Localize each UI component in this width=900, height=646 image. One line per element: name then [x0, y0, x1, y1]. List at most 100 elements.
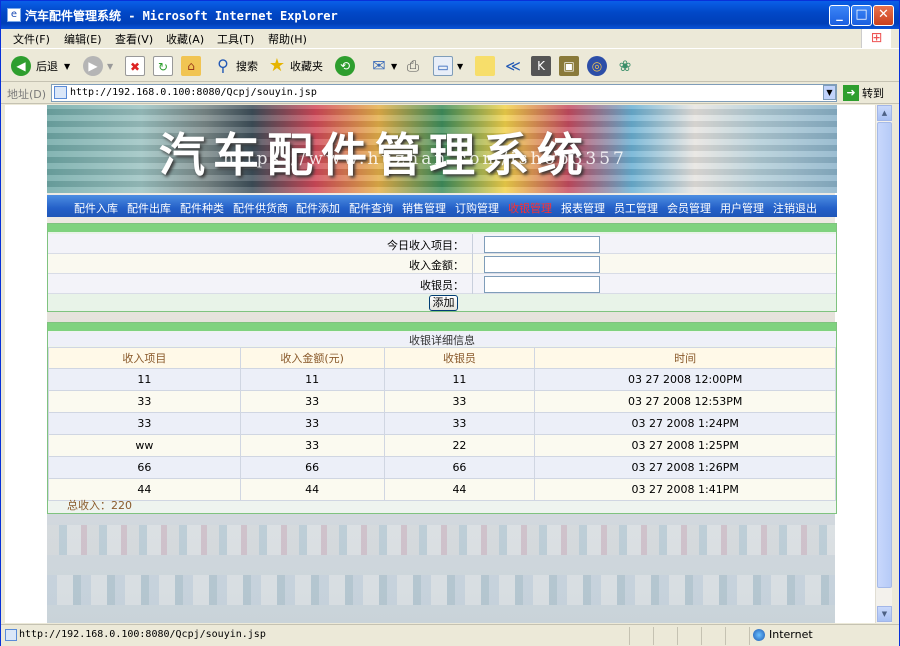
messenger-icon: ≪: [505, 57, 521, 75]
item-label: 今日收入项目：: [387, 239, 464, 252]
home-button[interactable]: ⌂: [181, 54, 201, 78]
table-row: 33 33 33 03 27 2008 1:24PM: [48, 412, 836, 435]
scroll-up-icon[interactable]: ▲: [877, 105, 892, 121]
go-button[interactable]: ➜ 转到: [843, 85, 884, 101]
table-cell: 44: [239, 478, 385, 501]
menu-tools[interactable]: 工具(T): [217, 31, 254, 47]
discuss-button[interactable]: ■: [475, 54, 495, 78]
scroll-down-icon[interactable]: ▼: [877, 606, 892, 622]
edit-button[interactable]: ▭ ▼: [433, 54, 463, 78]
add-button[interactable]: 添加: [429, 295, 458, 311]
cashier-label: 收银员：: [420, 279, 464, 292]
k-icon: K: [531, 56, 551, 76]
table-header-row: 收入项目 收入金额(元) 收银员 时间: [48, 347, 836, 369]
nav-item-11[interactable]: 员工管理: [614, 200, 658, 216]
chevron-down-icon: ▼: [391, 61, 398, 71]
nav-item-8[interactable]: 订购管理: [455, 200, 499, 216]
table-cell: 11: [239, 368, 385, 391]
tool-butterfly-button[interactable]: ❀: [615, 54, 635, 78]
mail-button[interactable]: ✉ ▼: [369, 54, 397, 78]
table-cell: 66: [239, 456, 385, 479]
star-icon: ★: [268, 55, 286, 76]
tool-k-button[interactable]: K: [531, 54, 551, 78]
nav-item-1[interactable]: 配件入库: [74, 200, 118, 216]
nav-item-7[interactable]: 销售管理: [402, 200, 446, 216]
table-cell: 03 27 2008 1:41PM: [534, 478, 836, 501]
table-cell: ww: [48, 434, 241, 457]
table-cell: 33: [48, 390, 241, 413]
table-cell: 11: [383, 368, 536, 391]
refresh-button[interactable]: ↻: [153, 54, 173, 78]
forward-button[interactable]: ▶ ▼: [83, 54, 113, 78]
nav-item-14[interactable]: 注销退出: [773, 200, 817, 216]
amount-label: 收入金额：: [409, 259, 464, 272]
note-icon: ■: [475, 56, 495, 76]
vertical-scrollbar[interactable]: ▲ ▼: [875, 105, 892, 623]
go-arrow-icon: ➜: [843, 85, 859, 101]
back-button[interactable]: ◀ 后退 ▼: [11, 54, 70, 78]
nav-item-9[interactable]: 收银管理: [508, 200, 552, 216]
table-cell: 66: [48, 456, 241, 479]
column-header: 时间: [534, 347, 836, 369]
table-row: 44 44 44 03 27 2008 1:41PM: [48, 478, 836, 501]
table-cell: 33: [239, 390, 385, 413]
table-row: ww 33 22 03 27 2008 1:25PM: [48, 434, 836, 457]
table-cell: 03 27 2008 1:24PM: [534, 412, 836, 435]
nav-item-5[interactable]: 配件添加: [296, 200, 340, 216]
address-input[interactable]: http://192.168.0.100:8080/Qcpj/souyin.js…: [51, 84, 837, 102]
menu-edit[interactable]: 编辑(E): [64, 31, 102, 47]
cashier-records-panel: 收银详细信息 收入项目 收入金额(元) 收银员 时间 11 11 11 03 27 2008…: [47, 322, 837, 514]
address-dropdown-icon[interactable]: ▼: [823, 85, 836, 100]
tool-ring-button[interactable]: ◎: [587, 54, 607, 78]
print-button[interactable]: ⎙: [403, 54, 423, 78]
nav-item-13[interactable]: 用户管理: [720, 200, 764, 216]
table-cell: 44: [383, 478, 536, 501]
menu-favorites[interactable]: 收藏(A): [166, 31, 204, 47]
nav-item-6[interactable]: 配件查询: [349, 200, 393, 216]
favorites-button[interactable]: ★ 收藏夹: [267, 54, 323, 78]
menu-view[interactable]: 查看(V): [115, 31, 153, 47]
table-row: 66 66 66 03 27 2008 1:26PM: [48, 456, 836, 479]
browser-window: e 汽车配件管理系统 - Microsoft Internet Explorer…: [0, 0, 900, 646]
table-cell: 22: [383, 434, 536, 457]
menu-file[interactable]: 文件(F): [13, 31, 50, 47]
status-bar: http://192.168.0.100:8080/Qcpj/souyin.js…: [1, 624, 899, 646]
table-cell: 33: [239, 434, 385, 457]
menu-bar: 文件(F) 编辑(E) 查看(V) 收藏(A) 工具(T) 帮助(H): [1, 29, 899, 47]
close-button[interactable]: ✕: [873, 5, 894, 26]
column-header: 收银员: [383, 347, 536, 369]
search-icon: ⚲: [217, 56, 229, 75]
address-url: http://192.168.0.100:8080/Qcpj/souyin.js…: [70, 87, 317, 98]
chevron-down-icon: ▼: [64, 61, 71, 71]
messenger-button[interactable]: ≪: [503, 54, 523, 78]
nav-item-2[interactable]: 配件出库: [127, 200, 171, 216]
nav-item-4[interactable]: 配件供货商: [233, 200, 288, 216]
page-icon: [54, 86, 67, 99]
address-label: 地址(D): [7, 88, 47, 101]
page-viewport: 汽车配件管理系统 https://www.huzhan.com/ishop335…: [5, 105, 875, 623]
menu-help[interactable]: 帮助(H): [268, 31, 307, 47]
nav-item-3[interactable]: 配件种类: [180, 200, 224, 216]
nav-item-12[interactable]: 会员管理: [667, 200, 711, 216]
title-bar[interactable]: e 汽车配件管理系统 - Microsoft Internet Explorer…: [1, 1, 899, 29]
stop-button[interactable]: ✖: [125, 54, 145, 78]
records-title: 收银详细信息: [48, 332, 836, 347]
table-cell: 03 27 2008 12:00PM: [534, 368, 836, 391]
table-cell: 33: [48, 412, 241, 435]
cashier-input[interactable]: [484, 276, 600, 293]
windows-logo-icon: ⊞: [861, 29, 891, 49]
box-icon: ▣: [559, 56, 579, 76]
banner-watermark: https://www.huzhan.com/ishop3357: [223, 149, 627, 169]
minimize-button[interactable]: _: [829, 5, 850, 26]
maximize-button[interactable]: □: [851, 5, 872, 26]
item-input[interactable]: [484, 236, 600, 253]
address-bar: 地址(D) http://192.168.0.100:8080/Qcpj/sou…: [1, 82, 899, 104]
column-header: 收入金额(元): [239, 347, 385, 369]
scroll-thumb[interactable]: [877, 122, 892, 588]
search-button[interactable]: ⚲ 搜索: [213, 54, 258, 78]
nav-item-10[interactable]: 报表管理: [561, 200, 605, 216]
tool-box-button[interactable]: ▣: [559, 54, 579, 78]
table-row: 11 11 11 03 27 2008 12:00PM: [48, 368, 836, 391]
history-button[interactable]: ⟲: [335, 54, 355, 78]
amount-input[interactable]: [484, 256, 600, 273]
